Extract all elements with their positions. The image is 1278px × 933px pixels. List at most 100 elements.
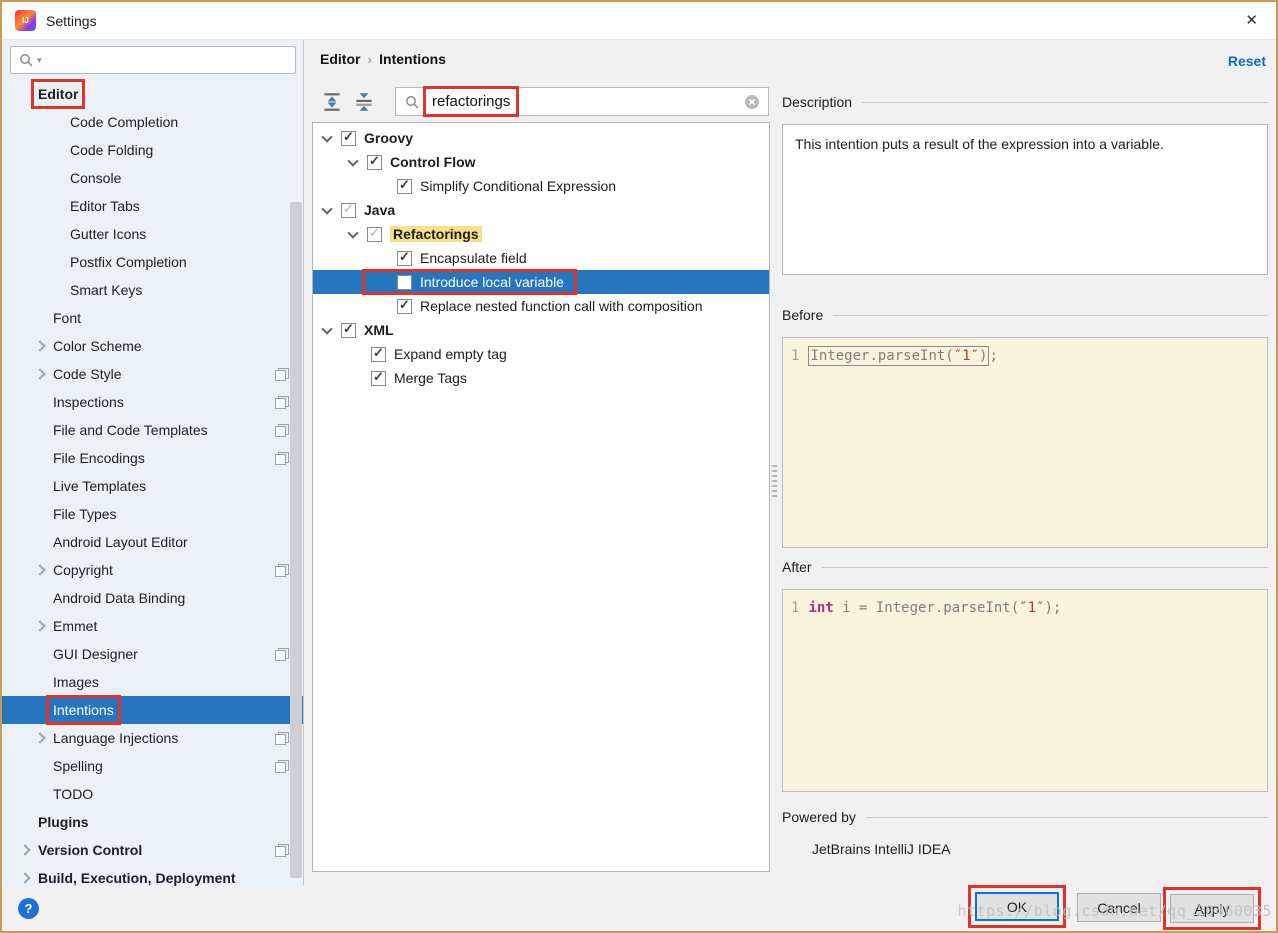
sidebar-item-inspections[interactable]: Inspections <box>2 388 303 416</box>
tree-item-label: Groovy <box>364 130 414 146</box>
checkbox[interactable] <box>397 297 412 314</box>
chevron-down-icon[interactable] <box>347 154 359 167</box>
checkbox[interactable] <box>397 249 412 266</box>
breadcrumb-editor[interactable]: Editor <box>320 51 360 67</box>
chevron-down-icon[interactable] <box>321 130 333 143</box>
sidebar-item-android-data-binding[interactable]: Android Data Binding <box>2 584 303 612</box>
checkbox[interactable] <box>341 201 356 218</box>
checkbox[interactable] <box>367 153 382 170</box>
help-button[interactable]: ? <box>18 898 39 919</box>
sidebar-item-code-completion[interactable]: Code Completion <box>2 108 303 136</box>
checkbox[interactable] <box>371 345 386 362</box>
sidebar-item-emmet[interactable]: Emmet <box>2 612 303 640</box>
sidebar-item-build-execution-deployment[interactable]: Build, Execution, Deployment <box>2 864 303 886</box>
checkbox[interactable] <box>397 274 412 290</box>
sidebar-item-editor-tabs[interactable]: Editor Tabs <box>2 192 303 220</box>
sidebar-item-file-encodings[interactable]: File Encodings <box>2 444 303 472</box>
sidebar-item-label: File Types <box>53 506 117 522</box>
sidebar-item-label: File and Code Templates <box>53 422 208 438</box>
sidebar-item-label: Android Data Binding <box>53 590 186 606</box>
chevron-right-icon[interactable] <box>34 564 46 576</box>
section-rule <box>862 101 1268 103</box>
sidebar-item-file-and-code-templates[interactable]: File and Code Templates <box>2 416 303 444</box>
tree-item-expand-empty-tag[interactable]: Expand empty tag <box>313 342 769 366</box>
checkbox[interactable] <box>371 369 386 386</box>
code-text: ; <box>989 348 998 364</box>
expand-all-icon[interactable] <box>321 91 343 113</box>
sidebar-item-font[interactable]: Font <box>2 304 303 332</box>
section-rule <box>821 566 1268 568</box>
settings-search-input[interactable]: ▾ <box>10 46 296 74</box>
chevron-right-icon[interactable] <box>19 844 31 856</box>
sidebar-item-editor[interactable]: Editor <box>2 79 303 109</box>
checkbox[interactable] <box>367 225 382 242</box>
sidebar-item-postfix-completion[interactable]: Postfix Completion <box>2 248 303 276</box>
checkbox[interactable] <box>341 321 356 338</box>
sidebar-list: Editor Code Completion Code Folding Console… <box>2 79 303 886</box>
tree-item-groovy[interactable]: Groovy <box>313 126 769 150</box>
collapse-all-icon[interactable] <box>353 91 375 113</box>
sidebar-item-smart-keys[interactable]: Smart Keys <box>2 276 303 304</box>
sidebar-item-code-style[interactable]: Code Style <box>2 360 303 388</box>
section-rule <box>865 816 1268 818</box>
chevron-down-icon[interactable] <box>321 322 333 335</box>
tree-item-xml[interactable]: XML <box>313 318 769 342</box>
tree-item-control-flow[interactable]: Control Flow <box>313 150 769 174</box>
sidebar-item-todo[interactable]: TODO <box>2 780 303 808</box>
tree-item-encapsulate-field[interactable]: Encapsulate field <box>313 246 769 270</box>
sidebar-item-live-templates[interactable]: Live Templates <box>2 472 303 500</box>
chevron-down-icon[interactable] <box>321 202 333 215</box>
search-options-chevron-icon[interactable]: ▾ <box>37 55 42 66</box>
sidebar-item-code-folding[interactable]: Code Folding <box>2 136 303 164</box>
reset-link[interactable]: Reset <box>1228 53 1266 69</box>
chevron-right-icon[interactable] <box>34 368 46 380</box>
sidebar-item-color-scheme[interactable]: Color Scheme <box>2 332 303 360</box>
sidebar-item-plugins[interactable]: Plugins <box>2 808 303 836</box>
sidebar-item-copyright[interactable]: Copyright <box>2 556 303 584</box>
apply-button[interactable]: Apply <box>1170 894 1254 923</box>
shared-settings-icon <box>275 424 289 437</box>
shared-settings-icon <box>275 368 289 381</box>
tree-item-label: XML <box>364 322 394 338</box>
code-string: ″1″ <box>953 348 980 364</box>
tree-item-refactorings[interactable]: Refactorings <box>313 222 769 246</box>
tree-item-label: Encapsulate field <box>420 250 527 266</box>
tree-item-java[interactable]: Java <box>313 198 769 222</box>
sidebar-item-android-layout-editor[interactable]: Android Layout Editor <box>2 528 303 556</box>
sidebar-item-label: GUI Designer <box>53 646 138 662</box>
search-query-text[interactable]: refactorings <box>422 86 520 117</box>
intentions-search-field[interactable]: refactorings <box>395 86 769 117</box>
close-icon[interactable]: ✕ <box>1245 11 1258 29</box>
chevron-right-icon[interactable] <box>34 340 46 352</box>
chevron-right-icon[interactable] <box>19 872 31 884</box>
sidebar-item-console[interactable]: Console <box>2 164 303 192</box>
description-label: Description <box>782 94 853 110</box>
sidebar-item-gui-designer[interactable]: GUI Designer <box>2 640 303 668</box>
clear-icon[interactable] <box>744 94 760 110</box>
tree-item-merge-tags[interactable]: Merge Tags <box>313 366 769 390</box>
sidebar-item-label: Version Control <box>38 842 143 858</box>
sidebar-item-label: Editor <box>30 79 86 109</box>
checkbox[interactable] <box>397 177 412 194</box>
tree-item-simplify-conditional-expression[interactable]: Simplify Conditional Expression <box>313 174 769 198</box>
tree-item-replace-nested-function-call-with-composition[interactable]: Replace nested function call with compos… <box>313 294 769 318</box>
checkbox[interactable] <box>341 129 356 146</box>
sidebar-scrollbar[interactable] <box>290 202 302 878</box>
sidebar-item-images[interactable]: Images <box>2 668 303 696</box>
sidebar-item-label: Build, Execution, Deployment <box>38 870 236 886</box>
ok-button[interactable]: OK <box>975 892 1059 921</box>
sidebar-item-label: File Encodings <box>53 450 145 466</box>
tree-item-introduce-local-variable[interactable]: Introduce local variable <box>313 269 769 295</box>
sidebar-item-gutter-icons[interactable]: Gutter Icons <box>2 220 303 248</box>
sidebar-item-file-types[interactable]: File Types <box>2 500 303 528</box>
cancel-button[interactable]: Cancel <box>1077 893 1161 922</box>
sidebar-item-intentions[interactable]: Intentions <box>2 695 303 725</box>
chevron-right-icon[interactable] <box>34 620 46 632</box>
sidebar-item-language-injections[interactable]: Language Injections <box>2 724 303 752</box>
tree-item-label: Control Flow <box>390 154 476 170</box>
sidebar-item-version-control[interactable]: Version Control <box>2 836 303 864</box>
chevron-down-icon[interactable] <box>347 226 359 239</box>
chevron-right-icon[interactable] <box>34 732 46 744</box>
splitter-handle[interactable] <box>772 465 777 497</box>
sidebar-item-spelling[interactable]: Spelling <box>2 752 303 780</box>
